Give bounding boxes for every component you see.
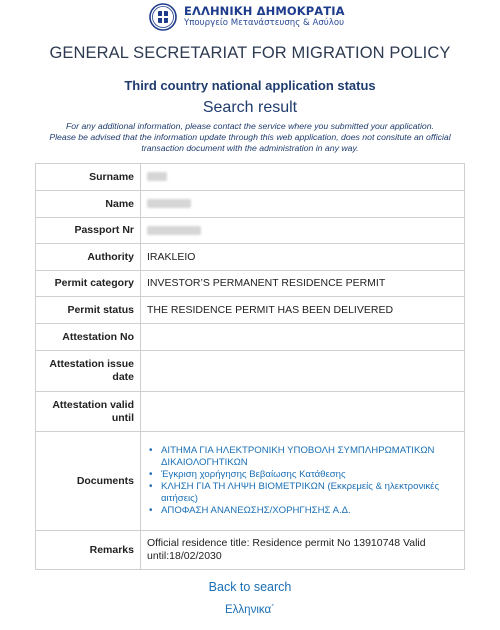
table-row: Documents ΑΙΤΗΜΑ ΓΙΑ ΗΛΕΚΤΡΟΝΙΚΗ ΥΠΟΒΟΛΗ…	[35, 431, 465, 531]
notice-line-1: For any additional information, please c…	[66, 121, 434, 131]
table-row: Attestation issue date	[35, 350, 465, 392]
name-label: Name	[35, 190, 141, 218]
table-row: Passport Nr	[35, 217, 465, 244]
passport-label: Passport Nr	[35, 217, 141, 244]
permit-status-label: Permit status	[35, 296, 141, 324]
authority-label: Authority	[35, 243, 141, 271]
document-item: ΑΠΟΦΑΣΗ ΑΝΑΝΕΩΣΗΣ/ΧΟΡΗΓΗΣΗΣ Α.Δ.	[149, 505, 458, 517]
attestation-issue-date-value	[140, 350, 465, 392]
document-item: ΑΙΤΗΜΑ ΓΙΑ ΗΛΕΚΤΡΟΝΙΚΗ ΥΠΟΒΟΛΗ ΣΥΜΠΛΗΡΩΜ…	[149, 445, 458, 469]
logo-title: ΕΛΛΗΝΙΚΗ ΔΗΜΟΚΡΑΤΙΑ	[184, 3, 345, 18]
remarks-label: Remarks	[35, 530, 141, 570]
notice-line-2: Please be advised that the information u…	[49, 132, 451, 153]
document-link-biometrics[interactable]: ΚΛΗΣΗ ΓΙΑ ΤΗ ΛΗΨΗ ΒΙΟΜΕΤΡΙΚΩΝ (Εκκρεμείς…	[161, 481, 439, 504]
redacted-passport	[147, 225, 201, 235]
attestation-issue-date-label: Attestation issue date	[35, 350, 141, 392]
table-row: Permit category INVESTOR’S PERMANENT RES…	[35, 270, 465, 297]
permit-status-value: THE RESIDENCE PERMIT HAS BEEN DELIVERED	[140, 296, 465, 324]
ministry-logo: ΕΛΛΗΝΙΚΗ ΔΗΜΟΚΡΑΤΙΑ Υπουργείο Μετανάστευ…	[148, 3, 345, 31]
authority-value: IRAKLEIO	[140, 243, 465, 271]
search-result-title: Search result	[202, 99, 298, 116]
documents-value: ΑΙΤΗΜΑ ΓΙΑ ΗΛΕΚΤΡΟΝΙΚΗ ΥΠΟΒΟΛΗ ΣΥΜΠΛΗΡΩΜ…	[140, 431, 465, 531]
permit-category-value: INVESTOR’S PERMANENT RESIDENCE PERMIT	[140, 270, 465, 297]
document-link-supplementary[interactable]: ΑΙΤΗΜΑ ΓΙΑ ΗΛΕΚΤΡΟΝΙΚΗ ΥΠΟΒΟΛΗ ΣΥΜΠΛΗΡΩΜ…	[161, 445, 434, 468]
back-to-search-link[interactable]: Back to search	[0, 580, 500, 594]
documents-label: Documents	[35, 431, 141, 531]
language-switch: Ελληνικα´	[0, 604, 500, 616]
passport-value	[140, 217, 465, 244]
document-link-decision[interactable]: ΑΠΟΦΑΣΗ ΑΝΑΝΕΩΣΗΣ/ΧΟΡΗΓΗΣΗΣ Α.Δ.	[161, 505, 351, 516]
greek-emblem-icon	[149, 3, 177, 31]
table-row: Remarks Official residence title: Reside…	[35, 530, 465, 570]
secretariat-title: GENERAL SECRETARIAT FOR MIGRATION POLICY	[49, 44, 451, 62]
surname-label: Surname	[35, 163, 141, 191]
documents-list: ΑΙΤΗΜΑ ΓΙΑ ΗΛΕΚΤΡΟΝΙΚΗ ΥΠΟΒΟΛΗ ΣΥΜΠΛΗΡΩΜ…	[147, 445, 458, 517]
surname-value	[140, 163, 465, 191]
table-row: Attestation No	[35, 323, 465, 351]
name-value	[140, 190, 465, 218]
attestation-valid-until-label: Attestation valid until	[35, 391, 141, 432]
result-table: Surname Name Passport Nr Authority IRAKL…	[35, 163, 465, 570]
document-link-deposit-approval[interactable]: Έγκριση χορήγησης Βεβαίωσης Κατάθεσης	[161, 469, 346, 480]
language-link-greek[interactable]: Ελληνικα´	[225, 604, 275, 616]
table-row: Permit status THE RESIDENCE PERMIT HAS B…	[35, 296, 465, 324]
redacted-surname	[147, 172, 167, 182]
app-status-title: Third country national application statu…	[124, 78, 376, 93]
table-row: Authority IRAKLEIO	[35, 243, 465, 271]
table-row: Surname	[35, 163, 465, 191]
notice-text: For any additional information, please c…	[30, 121, 470, 154]
document-item: ΚΛΗΣΗ ΓΙΑ ΤΗ ΛΗΨΗ ΒΙΟΜΕΤΡΙΚΩΝ (Εκκρεμείς…	[149, 481, 458, 505]
permit-category-label: Permit category	[35, 270, 141, 297]
attestation-no-value	[140, 323, 465, 351]
table-row: Attestation valid until	[35, 391, 465, 432]
redacted-name	[147, 199, 191, 209]
remarks-value: Official residence title: Residence perm…	[140, 530, 465, 570]
logo-subtitle: Υπουργείο Μετανάστευσης & Ασύλου	[184, 18, 345, 29]
attestation-valid-until-value	[140, 391, 465, 432]
document-item: Έγκριση χορήγησης Βεβαίωσης Κατάθεσης	[149, 469, 458, 481]
attestation-no-label: Attestation No	[35, 323, 141, 351]
table-row: Name	[35, 190, 465, 218]
